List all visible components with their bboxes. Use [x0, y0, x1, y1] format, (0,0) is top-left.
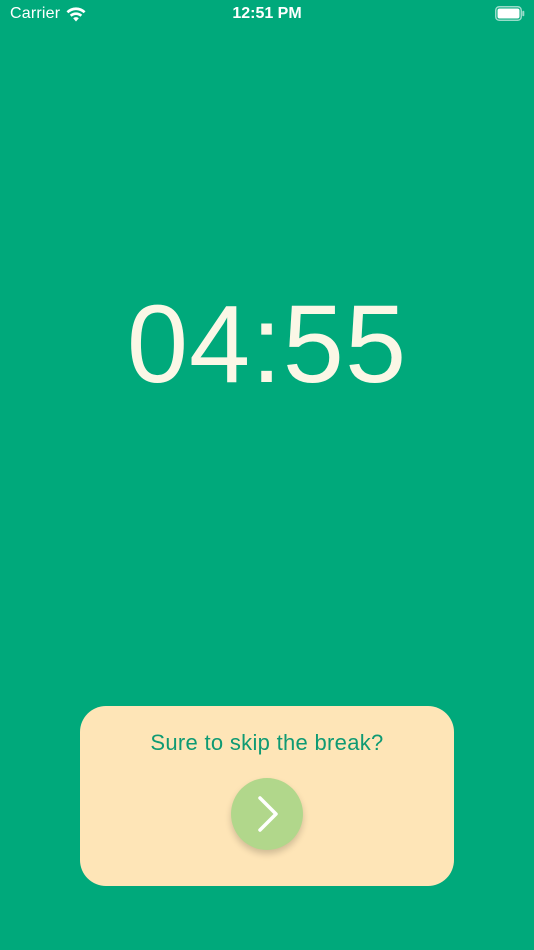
battery-icon — [495, 6, 525, 21]
status-bar: Carrier 12:51 PM — [0, 0, 534, 30]
status-time: 12:51 PM — [232, 5, 302, 22]
skip-break-question: Sure to skip the break? — [150, 730, 384, 755]
skip-break-button[interactable] — [231, 778, 303, 850]
chevron-right-icon — [258, 796, 278, 832]
skip-break-card: Sure to skip the break? — [80, 706, 454, 886]
break-timer: 04:55 — [126, 283, 408, 406]
